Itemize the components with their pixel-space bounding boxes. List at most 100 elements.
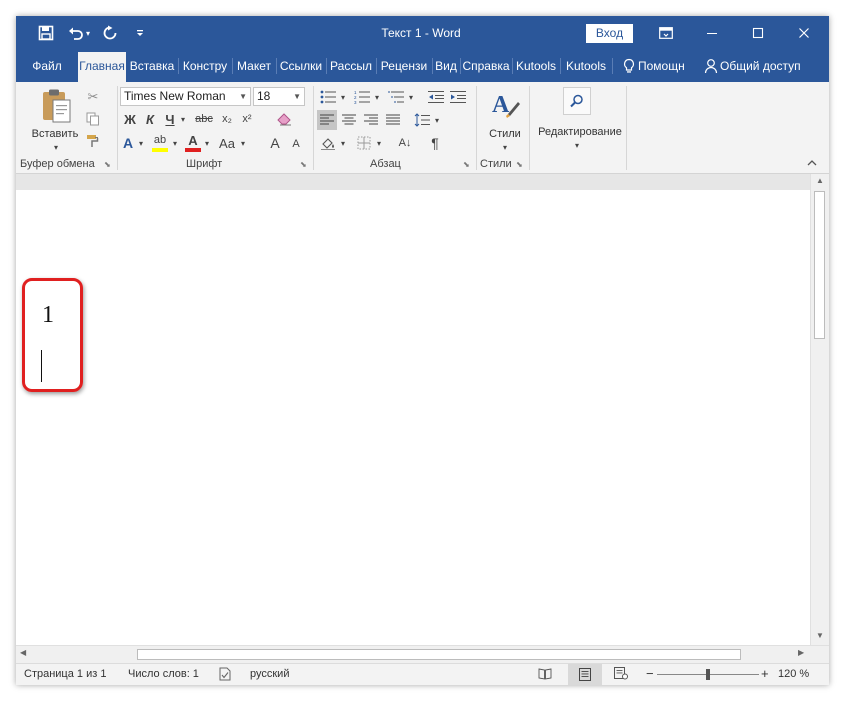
print-layout-button[interactable] [568,664,602,685]
vertical-scrollbar[interactable]: ▲ ▼ [810,174,829,645]
tab-design[interactable]: Констру [180,50,230,82]
strikethrough-button[interactable]: abc [192,110,216,128]
font-size-dropdown-icon[interactable]: ▼ [293,88,301,105]
tab-insert[interactable]: Вставка [128,50,176,82]
copy-icon[interactable] [84,110,102,128]
font-color-button[interactable]: A [184,132,202,148]
highlight-dropdown-icon[interactable]: ▾ [170,134,180,152]
paste-dropdown-icon[interactable]: ▾ [48,142,64,152]
maximize-icon[interactable] [735,16,781,50]
multilevel-dropdown-icon[interactable]: ▾ [406,88,416,106]
justify-icon[interactable] [383,110,403,130]
undo-dropdown-icon[interactable]: ▾ [82,23,94,43]
borders-icon[interactable] [354,134,374,152]
underline-dropdown-icon[interactable]: ▾ [178,110,188,128]
sort-button[interactable]: A↓ [394,134,416,152]
search-icon[interactable] [563,87,591,115]
decrease-indent-icon[interactable] [426,88,446,106]
font-name-combo[interactable]: Times New Roman ▼ [120,87,251,106]
language-status[interactable]: русский [250,668,289,680]
underline-button[interactable]: Ч [162,110,178,128]
clear-formatting-icon[interactable] [276,110,294,128]
scroll-down-icon[interactable]: ▼ [814,631,826,643]
font-launcher-icon[interactable]: ⬊ [300,160,307,169]
styles-launcher-icon[interactable]: ⬊ [516,160,523,169]
zoom-level[interactable]: 120 % [778,668,809,680]
tab-references[interactable]: Ссылки [278,50,324,82]
web-layout-icon[interactable] [614,667,630,682]
clipboard-launcher-icon[interactable]: ⬊ [104,160,111,169]
paste-icon[interactable] [40,88,74,124]
bold-button[interactable]: Ж [122,110,138,128]
shading-dropdown-icon[interactable]: ▾ [338,134,348,152]
format-painter-icon[interactable] [84,132,102,150]
styles-button-label[interactable]: Стили [480,128,530,140]
align-center-icon[interactable] [339,110,359,130]
editing-button-label[interactable]: Редактирование [532,126,628,138]
increase-indent-icon[interactable] [448,88,468,106]
document-page[interactable]: 1 [16,190,810,645]
numbering-dropdown-icon[interactable]: ▾ [372,88,382,106]
subscript-button[interactable]: x₂ [218,110,236,128]
styles-icon[interactable]: A [490,88,520,120]
show-marks-button[interactable]: ¶ [426,134,444,152]
highlight-button[interactable]: ab [150,132,170,148]
tab-review[interactable]: Рецензи [378,50,430,82]
borders-dropdown-icon[interactable]: ▾ [374,134,384,152]
bullets-dropdown-icon[interactable]: ▾ [338,88,348,106]
close-icon[interactable] [781,16,827,50]
vertical-scroll-thumb[interactable] [814,191,825,339]
cut-icon[interactable]: ✂ [84,88,102,106]
tab-kutools-1[interactable]: Kutools [514,50,558,82]
redo-icon[interactable] [98,23,122,43]
proofing-icon[interactable] [218,667,234,682]
italic-button[interactable]: К [142,110,158,128]
zoom-in-button[interactable]: + [761,666,769,681]
bullets-icon[interactable] [318,88,338,106]
change-case-button[interactable]: Aa [216,134,238,152]
document-text[interactable]: 1 [42,302,54,329]
font-name-dropdown-icon[interactable]: ▼ [239,88,247,105]
tab-home[interactable]: Главная [78,52,126,82]
tab-file[interactable]: Файл [24,50,70,82]
tab-mailings[interactable]: Рассыл [328,50,374,82]
paste-button-label[interactable]: Вставить [30,128,80,140]
font-size-combo[interactable]: 18 ▼ [253,87,305,106]
styles-dropdown-icon[interactable]: ▾ [497,142,513,152]
align-left-icon[interactable] [317,110,337,130]
numbering-icon[interactable]: 123 [352,88,372,106]
word-count-status[interactable]: Число слов: 1 [128,668,199,680]
scroll-right-icon[interactable]: ▶ [798,648,810,660]
line-spacing-dropdown-icon[interactable]: ▾ [432,110,442,130]
change-case-dropdown-icon[interactable]: ▾ [238,134,248,152]
scroll-up-icon[interactable]: ▲ [814,176,826,188]
editing-dropdown-icon[interactable]: ▾ [569,140,585,150]
read-mode-icon[interactable] [538,667,554,682]
text-effects-dropdown-icon[interactable]: ▾ [136,134,146,152]
zoom-out-button[interactable]: − [646,666,654,681]
tab-help[interactable]: Справка [462,50,510,82]
font-color-dropdown-icon[interactable]: ▾ [202,134,212,152]
shading-icon[interactable] [318,134,338,152]
collapse-ribbon-icon[interactable] [804,156,820,170]
shrink-font-button[interactable]: A [288,136,304,152]
page-count-status[interactable]: Страница 1 из 1 [24,668,106,680]
minimize-icon[interactable] [689,16,735,50]
align-right-icon[interactable] [361,110,381,130]
horizontal-scrollbar[interactable]: ◀ ▶ [16,645,829,663]
tab-layout[interactable]: Макет [234,50,274,82]
text-effects-button[interactable]: A [120,134,136,152]
tab-kutools-2[interactable]: Kutools [562,50,610,82]
scroll-left-icon[interactable]: ◀ [20,648,32,660]
signin-button[interactable]: Вход [586,24,633,43]
ribbon-display-icon[interactable] [643,16,689,50]
paragraph-launcher-icon[interactable]: ⬊ [463,160,470,169]
superscript-button[interactable]: x² [238,110,256,128]
grow-font-button[interactable]: A [266,134,284,152]
horizontal-scroll-thumb[interactable] [137,649,741,660]
line-spacing-icon[interactable] [412,110,432,130]
save-icon[interactable] [34,23,58,43]
multilevel-list-icon[interactable] [386,88,406,106]
tell-me-search[interactable]: Помощн [638,50,694,82]
share-button[interactable]: Общий доступ [720,50,810,82]
